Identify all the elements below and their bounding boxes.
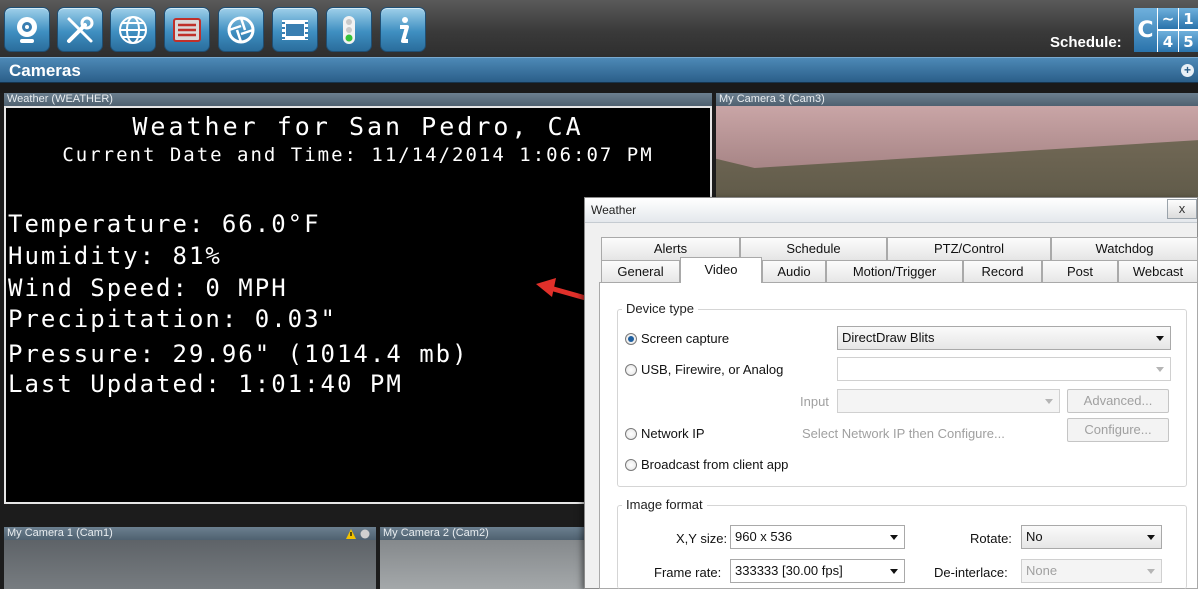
rotate-select[interactable]: No (1021, 525, 1162, 549)
image-format-title: Image format (622, 497, 707, 512)
tab-video[interactable]: Video (680, 257, 762, 283)
usb-device-select[interactable] (837, 357, 1171, 381)
status-dot-icon (360, 529, 370, 539)
schedule-indicator[interactable]: C ~ 1 4 5 (1134, 8, 1198, 52)
film-icon[interactable] (272, 7, 318, 52)
configure-button[interactable]: Configure... (1067, 418, 1169, 442)
cam1-pane-title[interactable]: My Camera 1 (Cam1) (4, 527, 376, 540)
weather-heading: Weather for San Pedro, CA (132, 112, 584, 141)
globe-icon[interactable] (110, 7, 156, 52)
schedule-label: Schedule: (1050, 34, 1122, 51)
broadcast-label[interactable]: Broadcast from client app (641, 457, 788, 472)
deinterlace-value: None (1026, 563, 1058, 578)
xy-size-select[interactable]: 960 x 536 (730, 525, 905, 549)
capture-method-select[interactable]: DirectDraw Blits (837, 326, 1171, 350)
deinterlace-select[interactable]: None (1021, 559, 1162, 583)
schedule-five: 5 (1179, 31, 1198, 52)
screen-capture-radio[interactable] (625, 333, 637, 345)
network-ip-label[interactable]: Network IP (641, 426, 705, 441)
xy-size-label: X,Y size: (676, 531, 728, 546)
chevron-down-icon (1156, 367, 1164, 372)
deinterlace-label: De-interlace: (934, 565, 1008, 580)
tab-motion-trigger[interactable]: Motion/Trigger (826, 260, 963, 283)
tab-record[interactable]: Record (963, 260, 1042, 283)
tab-ptz-control[interactable]: PTZ/Control (887, 237, 1051, 260)
usb-radio[interactable] (625, 364, 637, 376)
tab-audio[interactable]: Audio (762, 260, 826, 283)
chevron-down-icon (890, 535, 898, 540)
dialog-titlebar[interactable]: Weather x (585, 198, 1197, 223)
weather-last-updated: Last Updated: 1:01:40 PM (8, 370, 403, 398)
input-select[interactable] (837, 389, 1060, 413)
chevron-down-icon (890, 569, 898, 574)
weather-pane-title[interactable]: Weather (WEATHER) (4, 93, 712, 106)
cam3-pane-title[interactable]: My Camera 3 (Cam3) (716, 93, 1198, 106)
broadcast-radio[interactable] (625, 459, 637, 471)
dialog-title: Weather (591, 203, 637, 217)
close-icon[interactable]: x (1167, 199, 1197, 219)
chevron-down-icon (1147, 569, 1155, 574)
expand-icon[interactable]: + (1181, 64, 1194, 77)
frame-rate-value: 333333 [30.00 fps] (735, 563, 843, 578)
schedule-four: 4 (1158, 31, 1178, 52)
weather-datetime: Current Date and Time: 11/14/2014 1:06:0… (62, 144, 654, 166)
input-label: Input (800, 394, 829, 409)
screen-capture-label[interactable]: Screen capture (641, 331, 729, 346)
chevron-down-icon (1156, 336, 1164, 341)
usb-label[interactable]: USB, Firewire, or Analog (641, 362, 783, 377)
weather-humidity: Humidity: 81% (8, 242, 222, 270)
schedule-one: 1 (1179, 8, 1198, 29)
info-icon[interactable] (380, 7, 426, 52)
warning-icon (346, 529, 356, 539)
device-type-title: Device type (622, 301, 698, 316)
chevron-down-icon (1147, 535, 1155, 540)
tools-icon[interactable] (57, 7, 103, 52)
weather-pressure: Pressure: 29.96" (1014.4 mb) (8, 340, 469, 368)
tab-schedule[interactable]: Schedule (740, 237, 887, 260)
network-ip-hint: Select Network IP then Configure... (802, 426, 1005, 441)
advanced-button[interactable]: Advanced... (1067, 389, 1169, 413)
tab-general[interactable]: General (601, 260, 680, 283)
schedule-c: C (1134, 8, 1157, 52)
traffic-light-icon[interactable] (326, 7, 372, 52)
capture-method-value: DirectDraw Blits (842, 330, 935, 345)
header-divider (0, 83, 1198, 93)
frame-rate-label: Frame rate: (654, 565, 722, 580)
chevron-down-icon (1045, 399, 1053, 404)
xy-size-value: 960 x 536 (735, 529, 793, 544)
tab-webcast[interactable]: Webcast (1118, 260, 1198, 283)
webcam-icon[interactable] (4, 7, 50, 52)
rotate-value: No (1026, 529, 1043, 544)
cameras-header: Cameras + (0, 57, 1198, 83)
frame-rate-select[interactable]: 333333 [30.00 fps] (730, 559, 905, 583)
tab-post[interactable]: Post (1042, 260, 1118, 283)
aperture-icon[interactable] (218, 7, 264, 52)
cam1-view[interactable] (4, 540, 376, 589)
list-icon[interactable] (164, 7, 210, 52)
rotate-label: Rotate: (970, 531, 1012, 546)
weather-precipitation: Precipitation: 0.03" (8, 305, 337, 333)
network-ip-radio[interactable] (625, 428, 637, 440)
schedule-tilde: ~ (1158, 8, 1178, 29)
weather-temperature: Temperature: 66.0°F (8, 210, 321, 238)
weather-wind-speed: Wind Speed: 0 MPH (8, 274, 288, 302)
cam3-canopy (716, 106, 1198, 168)
cam2-pane-title[interactable]: My Camera 2 (Cam2) (380, 527, 590, 540)
cameras-title: Cameras (9, 61, 81, 80)
cam2-view[interactable] (380, 540, 590, 589)
main-toolbar: Schedule: C ~ 1 4 5 (0, 0, 1198, 57)
tab-watchdog[interactable]: Watchdog (1051, 237, 1198, 260)
